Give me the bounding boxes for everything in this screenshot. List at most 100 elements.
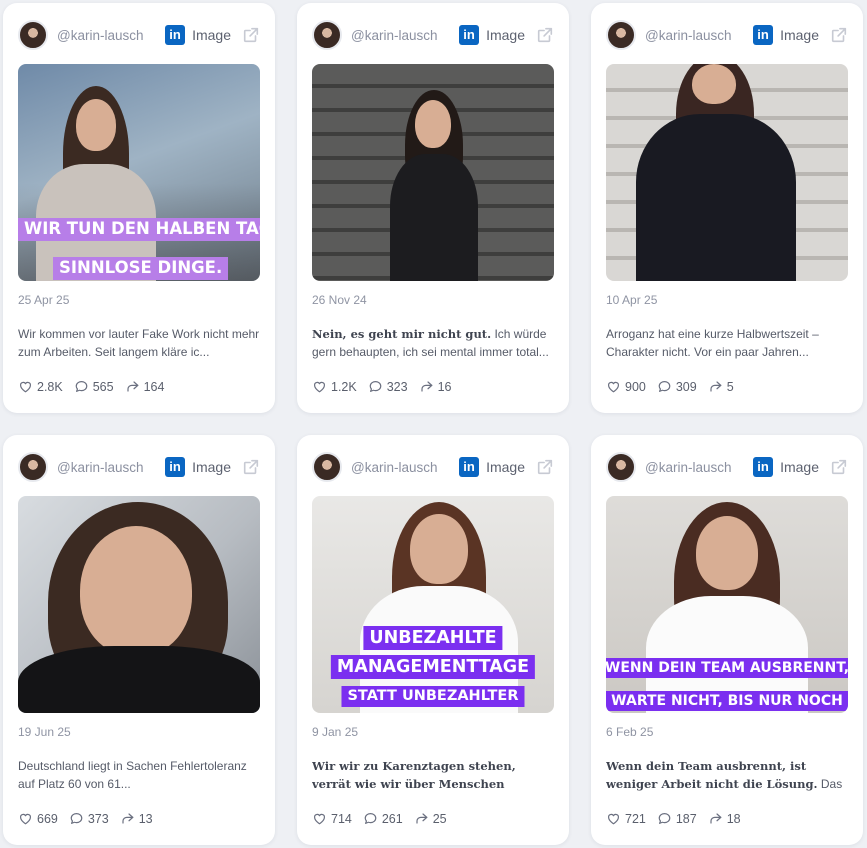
post-excerpt-text: Arroganz hat eine kurze Halbwertszeit – … [606,327,819,359]
likes-count: 1.2K [331,379,357,394]
likes-stat: 900 [606,379,646,394]
external-link-icon[interactable] [242,458,260,476]
author-handle[interactable]: @karin-lausch [57,28,143,43]
image-overlay-text: WARTE NICHT, BIS NUR NOCH [606,691,848,712]
shares-stat: 164 [125,379,164,394]
image-overlay-text: SINNLOSE DINGE. [53,257,229,280]
post-image[interactable]: WENN DEIN TEAM AUSBRENNT, WARTE NICHT, BI… [606,496,848,713]
likes-stat: 1.2K [312,379,357,394]
external-link-icon[interactable] [536,458,554,476]
post-stats: 721 187 18 [606,811,752,826]
post-excerpt: Nein, es geht mir nicht gut. Ich würde g… [312,325,554,361]
post-header: @karin-lausch in Image [312,451,554,483]
linkedin-icon: in [753,457,774,477]
linkedin-icon: in [165,457,186,477]
heart-icon [608,381,619,393]
comment-icon [369,381,382,392]
likes-stat: 669 [18,811,58,826]
likes-stat: 721 [606,811,646,826]
comment-icon [658,813,671,824]
post-card[interactable]: @karin-lausch in Image WENN DEIN TEAM AU… [591,435,863,845]
post-image[interactable] [606,64,848,281]
post-excerpt: Wir wir zu Karenztagen stehen, verrät wi… [312,757,554,793]
comments-count: 373 [87,811,109,826]
post-card[interactable]: @karin-lausch in Image 26 Nov 24 Nein, e… [297,3,569,413]
image-overlay-text: MANAGEMENTTAGE [330,655,536,680]
linkedin-icon: in [165,25,186,45]
post-image[interactable] [18,496,260,713]
post-excerpt-text: Deutschland liegt in Sachen Fehlertolera… [18,759,247,791]
comments-stat: 323 [368,379,408,394]
author-handle[interactable]: @karin-lausch [57,460,143,475]
author-handle[interactable]: @karin-lausch [645,460,731,475]
post-date: 25 Apr 25 [18,293,70,307]
image-overlay-text: WIR TUN DEN HALBEN TAG [18,218,260,241]
external-link-icon[interactable] [830,26,848,44]
avatar[interactable] [312,20,342,50]
likes-count: 714 [331,811,352,826]
post-type-label: Image [192,27,231,43]
shares-count: 25 [432,811,447,826]
likes-count: 721 [625,811,646,826]
post-header: @karin-lausch in Image [606,19,848,51]
post-image[interactable] [312,64,554,281]
external-link-icon[interactable] [242,26,260,44]
comment-icon [75,381,88,392]
post-card[interactable]: @karin-lausch in Image 10 Apr 25 Arrogan… [591,3,863,413]
heart-icon [314,813,325,825]
comments-stat: 187 [657,811,697,826]
comments-count: 187 [675,811,697,826]
heart-icon [608,813,619,825]
share-icon [710,813,722,824]
post-card[interactable]: @karin-lausch in Image WIR TUN DEN HALBE… [3,3,275,413]
post-date: 6 Feb 25 [606,725,654,739]
post-excerpt-bold: Wir wir zu Karenztagen stehen, verrät wi… [312,759,516,791]
avatar[interactable] [312,452,342,482]
heart-icon [20,381,31,393]
post-header: @karin-lausch in Image [312,19,554,51]
external-link-icon[interactable] [830,458,848,476]
share-icon [420,381,432,392]
comments-count: 261 [381,811,403,826]
shares-stat: 16 [419,379,452,394]
likes-count: 669 [37,811,58,826]
post-stats: 714 261 25 [312,811,458,826]
post-excerpt-text: Wir kommen vor lauter Fake Work nicht me… [18,327,260,359]
author-handle[interactable]: @karin-lausch [645,28,731,43]
heart-icon [314,381,325,393]
comments-count: 309 [675,379,697,394]
linkedin-icon: in [753,25,774,45]
share-icon [126,381,138,392]
post-excerpt: Arroganz hat eine kurze Halbwertszeit – … [606,325,848,361]
shares-count: 16 [437,379,452,394]
likes-count: 900 [625,379,646,394]
shares-stat: 13 [120,811,153,826]
comments-count: 323 [386,379,408,394]
post-header: @karin-lausch in Image [606,451,848,483]
post-excerpt: Wenn dein Team ausbrennt, ist weniger Ar… [606,757,848,793]
author-handle[interactable]: @karin-lausch [351,460,437,475]
post-stats: 1.2K 323 16 [312,379,462,394]
avatar[interactable] [606,452,636,482]
post-card[interactable]: @karin-lausch in Image 19 Jun 25 Deutsch… [3,435,275,845]
post-image[interactable]: UNBEZAHLTE MANAGEMENTTAGE STATT UNBEZAHLTE… [312,496,554,713]
post-excerpt: Wir kommen vor lauter Fake Work nicht me… [18,325,260,361]
avatar[interactable] [18,452,48,482]
likes-stat: 714 [312,811,352,826]
avatar[interactable] [606,20,636,50]
post-card[interactable]: @karin-lausch in Image UNBEZAHLTE MANAGEM… [297,435,569,845]
comment-icon [658,381,671,392]
shares-count: 13 [138,811,153,826]
author-handle[interactable]: @karin-lausch [351,28,437,43]
post-stats: 900 309 5 [606,379,745,394]
comments-count: 565 [92,379,114,394]
shares-stat: 5 [708,379,734,394]
comments-stat: 565 [74,379,114,394]
shares-count: 18 [726,811,741,826]
external-link-icon[interactable] [536,26,554,44]
post-image[interactable]: WIR TUN DEN HALBEN TAG SINNLOSE DINGE. [18,64,260,281]
post-excerpt: Deutschland liegt in Sachen Fehlertolera… [18,757,260,793]
shares-stat: 25 [414,811,447,826]
post-type-label: Image [780,27,819,43]
avatar[interactable] [18,20,48,50]
